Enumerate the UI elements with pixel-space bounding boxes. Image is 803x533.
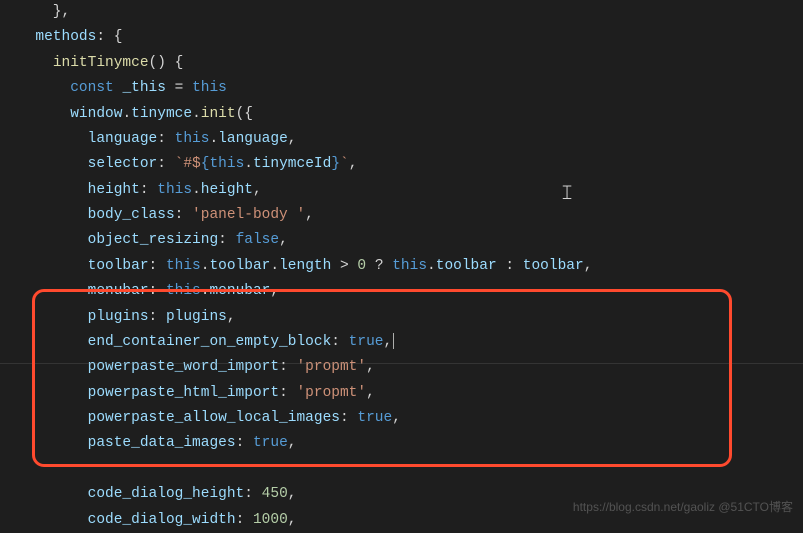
code-line: methods: { <box>18 25 803 50</box>
code-line: object_resizing: false, <box>18 228 803 253</box>
code-line: }, <box>18 0 803 25</box>
code-line: window.tinymce.init({ <box>18 102 803 127</box>
watermark-text: https://blog.csdn.net/gaoliz @51CTO博客 <box>573 497 793 518</box>
code-line: paste_data_images: true, <box>18 431 803 456</box>
code-line: powerpaste_word_import: 'propmt', <box>18 355 803 380</box>
horizontal-rule <box>0 363 803 364</box>
code-line: menubar: this.menubar, <box>18 279 803 304</box>
code-line: initTinymce() { <box>18 51 803 76</box>
code-line: powerpaste_html_import: 'propmt', <box>18 381 803 406</box>
code-line: selector: `#${this.tinymceId}`, <box>18 152 803 177</box>
text-cursor-icon <box>393 333 394 349</box>
code-line: powerpaste_allow_local_images: true, <box>18 406 803 431</box>
code-line: plugins: plugins, <box>18 305 803 330</box>
code-editor[interactable]: }, methods: { initTinymce() { const _thi… <box>0 0 803 533</box>
ibeam-cursor-icon: 𝙸 <box>560 176 574 211</box>
code-line: body_class: 'panel-body ', <box>18 203 803 228</box>
code-line: language: this.language, <box>18 127 803 152</box>
code-line: toolbar: this.toolbar.length > 0 ? this.… <box>18 254 803 279</box>
code-line: height: this.height, <box>18 178 803 203</box>
code-line: end_container_on_empty_block: true, <box>18 330 803 355</box>
code-line: const _this = this <box>18 76 803 101</box>
code-line <box>18 457 803 482</box>
